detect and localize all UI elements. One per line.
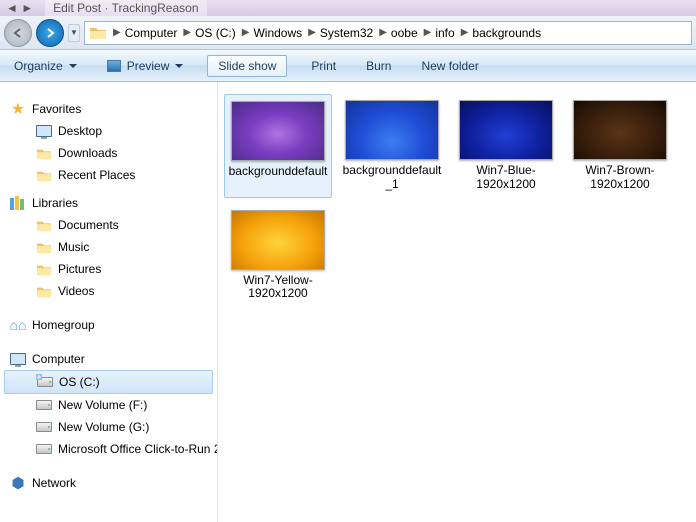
tree-pictures[interactable]: Pictures <box>0 258 217 280</box>
tree-homegroup[interactable]: ⌂⌂Homegroup <box>0 314 217 336</box>
file-item[interactable]: Win7-Yellow-1920x1200 <box>224 204 332 308</box>
file-item[interactable]: Win7-Brown-1920x1200 <box>566 94 674 198</box>
tree-videos[interactable]: Videos <box>0 280 217 302</box>
slideshow-button[interactable]: Slide show <box>207 55 287 77</box>
tree-drive-3[interactable]: Microsoft Office Click-to-Run 201 <box>0 438 217 460</box>
breadcrumb-segment[interactable]: ▶System32 <box>308 26 373 40</box>
tree-favorites[interactable]: ★Favorites <box>0 98 217 120</box>
tree-drive-0[interactable]: OS (C:) <box>4 370 213 394</box>
tree-drive-1[interactable]: New Volume (F:) <box>0 394 217 416</box>
forward-button[interactable] <box>36 19 64 47</box>
breadcrumb-segment[interactable]: ▶Computer <box>113 26 177 40</box>
tree-network[interactable]: ⬢Network <box>0 472 217 494</box>
tree-downloads[interactable]: Downloads <box>0 142 217 164</box>
burn-button[interactable]: Burn <box>360 57 397 75</box>
organize-button[interactable]: Organize <box>8 57 83 75</box>
tree-libraries[interactable]: Libraries <box>0 192 217 214</box>
browser-tab: Edit Post · TrackingReason <box>45 0 206 16</box>
address-bar[interactable]: ▶Computer ▶OS (C:) ▶Windows ▶System32 ▶oobe ▶… <box>84 21 692 45</box>
thumbnail <box>459 100 553 160</box>
file-item[interactable]: Win7-Blue-1920x1200 <box>452 94 560 198</box>
tree-recent-places[interactable]: Recent Places <box>0 164 217 186</box>
file-label: Win7-Blue-1920x1200 <box>454 164 558 192</box>
breadcrumb-segment[interactable]: ▶oobe <box>379 26 417 40</box>
tree-desktop[interactable]: Desktop <box>0 120 217 142</box>
thumbnail <box>231 210 325 270</box>
breadcrumb-segment[interactable]: ▶backgrounds <box>461 26 541 40</box>
thumbnail <box>345 100 439 160</box>
tree-drive-2[interactable]: New Volume (G:) <box>0 416 217 438</box>
file-label: backgrounddefault <box>229 165 328 179</box>
tree-computer[interactable]: Computer <box>0 348 217 370</box>
preview-button[interactable]: Preview <box>101 57 190 75</box>
tree-music[interactable]: Music <box>0 236 217 258</box>
breadcrumb-segment[interactable]: ▶OS (C:) <box>183 26 235 40</box>
thumbnail <box>573 100 667 160</box>
back-button[interactable] <box>4 19 32 47</box>
breadcrumb-segment[interactable]: ▶Windows <box>242 26 302 40</box>
file-label: Win7-Brown-1920x1200 <box>568 164 672 192</box>
new-folder-button[interactable]: New folder <box>415 57 484 75</box>
folder-icon <box>89 25 107 40</box>
file-label: backgrounddefault_1 <box>340 164 444 192</box>
nav-pane: ★FavoritesDesktopDownloadsRecent Places L… <box>0 82 218 522</box>
file-item[interactable]: backgrounddefault <box>224 94 332 198</box>
file-label: Win7-Yellow-1920x1200 <box>226 274 330 302</box>
print-button[interactable]: Print <box>305 57 342 75</box>
history-dropdown[interactable]: ▼ <box>68 24 80 42</box>
file-item[interactable]: backgrounddefault_1 <box>338 94 446 198</box>
tree-documents[interactable]: Documents <box>0 214 217 236</box>
thumbnail <box>231 101 325 161</box>
breadcrumb-segment[interactable]: ▶info <box>424 26 455 40</box>
file-grid: backgrounddefault backgrounddefault_1 Wi… <box>218 82 696 522</box>
